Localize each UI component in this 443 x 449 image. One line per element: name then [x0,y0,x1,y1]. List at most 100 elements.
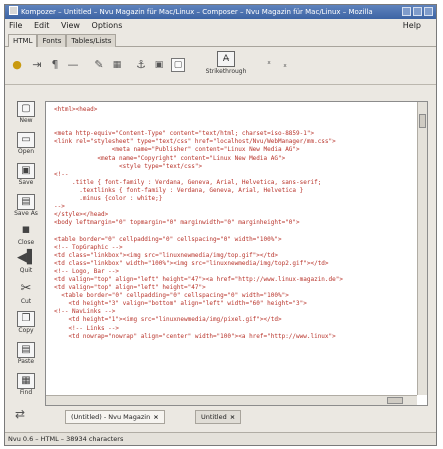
find-label: Find [19,389,33,396]
code-line: <meta name="Publisher" content="Linux Ne… [54,146,300,154]
code-line: <!-- [54,170,69,178]
code-line: <meta name="Copyright" content="Linux Ne… [54,154,286,162]
anchor-icon[interactable]: ⚓ [135,57,147,73]
close-tab-icon[interactable]: × [230,413,235,421]
horizontal-scrollbar[interactable] [46,395,417,405]
find-icon: ▦ [17,373,35,389]
code-line: <td height="1"><img src="linuxnewmedia/i… [54,316,282,324]
menu-help[interactable]: Help [403,19,421,33]
bullet-icon[interactable]: ● [11,57,23,73]
paste-button[interactable]: ▤ Paste [9,342,43,365]
open-button[interactable]: ▭ Open [9,132,43,155]
save-button[interactable]: ▣ Save [9,163,43,186]
tab-fonts[interactable]: Fonts [37,34,67,47]
minimize-button[interactable] [402,7,411,16]
subscript-icon[interactable]: ₓ [279,57,291,73]
menu-view[interactable]: View [61,21,80,30]
code-line: <style type="text/css"> [54,162,203,170]
code-line: --> [54,203,65,211]
code-line: </style></head> [54,211,109,219]
close-label: Close [17,239,35,246]
new-page-icon: ▢ [17,101,35,117]
find-button[interactable]: ▦ Find [9,373,43,396]
doc-tab-1[interactable]: (Untitled) - Nvu Magazin × [65,410,165,424]
window-title: Kompozer – Untitled – Nvu Magazin für Ma… [21,8,373,16]
folder-icon: ▭ [17,132,35,148]
save-as-icon: ▤ [17,194,35,210]
code-line: <table border="0" cellpadding="0" cellsp… [54,235,282,243]
superscript-icon[interactable]: ˣ [263,57,275,73]
new-button[interactable]: ▢ New [9,101,43,124]
code-line: <td class="linkbox" width="100%"><img sr… [54,259,329,267]
close-tab-icon[interactable]: × [153,413,158,421]
tab-tables-lists[interactable]: Tables/Lists [66,34,117,47]
close-button[interactable]: ▪ Close [9,222,43,247]
doc-tab-2[interactable]: Untitled × [195,410,242,424]
quit-label: Quit [19,267,33,274]
code-line: <td height="3" valign="bottom" align="le… [54,300,307,308]
menu-file[interactable]: File [9,21,22,30]
code-line: <!-- Links --> [54,324,120,332]
code-line: .minus {color : white;} [54,195,163,203]
pencil-icon[interactable]: ✎ [93,57,105,73]
copy-button[interactable]: ❐ Copy [9,311,43,334]
maximize-button[interactable] [413,7,422,16]
horizontal-rule-icon[interactable]: — [67,57,79,73]
exit-icon: ◀▌ [17,250,37,265]
side-toolbar: ▢ New ▭ Open ▣ Save ▤ Save As ▪ Close ◀▌ Quit … [9,101,43,416]
arrows-icon[interactable]: ⇄ [15,407,25,421]
document-tab-bar: (Untitled) - Nvu Magazin × Untitled × [45,409,428,425]
save-as-button[interactable]: ▤ Save As [9,194,43,217]
code-line: <html><head> [54,106,98,113]
source-editor[interactable]: <html><head> <meta http-equiv="Content-T… [45,101,428,406]
copy-label: Copy [18,327,34,334]
vertical-scroll-thumb[interactable] [419,114,426,128]
clipboard-icon: ▤ [17,342,35,358]
scissors-icon: ✂ [20,281,32,296]
status-text: Nvu 0.6 – HTML – 38934 characters [8,435,124,443]
code-line: <!-- TopGraphic --> [54,243,123,251]
code-line: <!-- NavLinks --> [54,308,116,316]
menu-bar: File Edit View Options Help [5,19,436,33]
code-line: <td nowrap="nowrap" align="center" width… [54,332,336,340]
vertical-scrollbar[interactable] [417,102,427,395]
window-controls [400,7,433,19]
table-icon[interactable]: ▦ [111,57,123,73]
quit-button[interactable]: ◀▌ Quit [9,250,43,275]
menu-edit[interactable]: Edit [34,21,50,30]
indent-icon[interactable]: ⇥ [31,57,43,73]
code-line: <body leftmargin="0" topmargin="0" margi… [54,219,300,227]
save-label: Save [18,179,34,186]
save-as-label: Save As [14,210,38,217]
image-icon[interactable]: ▣ [153,57,165,73]
strikethrough-label: Strikethrough [205,68,247,75]
close-window-button[interactable] [424,7,433,16]
source-code[interactable]: <html><head> <meta http-equiv="Content-T… [54,106,415,393]
cut-label: Cut [20,298,32,305]
status-bar: Nvu 0.6 – HTML – 38934 characters [5,432,436,445]
strikethrough-icon: A̶ [217,51,235,67]
paragraph-icon[interactable]: ¶ [49,57,61,73]
horizontal-scroll-thumb[interactable] [387,397,403,404]
menu-options[interactable]: Options [92,21,123,30]
code-line: <!-- Logo, Bar --> [54,267,120,275]
copy-icon: ❐ [17,311,35,327]
code-line: <td valign="top" align="left" height="47… [54,284,206,292]
floppy-icon: ▣ [17,163,35,179]
code-line: <td valign="top" align="left" height="47… [54,275,343,283]
title-bar[interactable]: Kompozer – Untitled – Nvu Magazin für Ma… [5,5,436,19]
strikethrough-button[interactable]: A̶ Strikethrough [204,51,248,79]
cut-button[interactable]: ✂ Cut [9,281,43,306]
doc-tab-1-label: (Untitled) - Nvu Magazin [71,413,151,421]
doc-tab-2-label: Untitled [201,413,227,421]
paste-label: Paste [17,358,35,365]
mode-tab-bar: HTML Fonts Tables/Lists [5,33,436,47]
tab-html[interactable]: HTML [8,34,38,47]
code-line: <meta http-equiv="Content-Type" content=… [54,130,315,138]
page-icon[interactable]: ▢ [171,58,185,72]
close-icon: ▪ [21,222,31,237]
code-line: <table border="0" cellpadding="0" cellsp… [54,292,289,300]
